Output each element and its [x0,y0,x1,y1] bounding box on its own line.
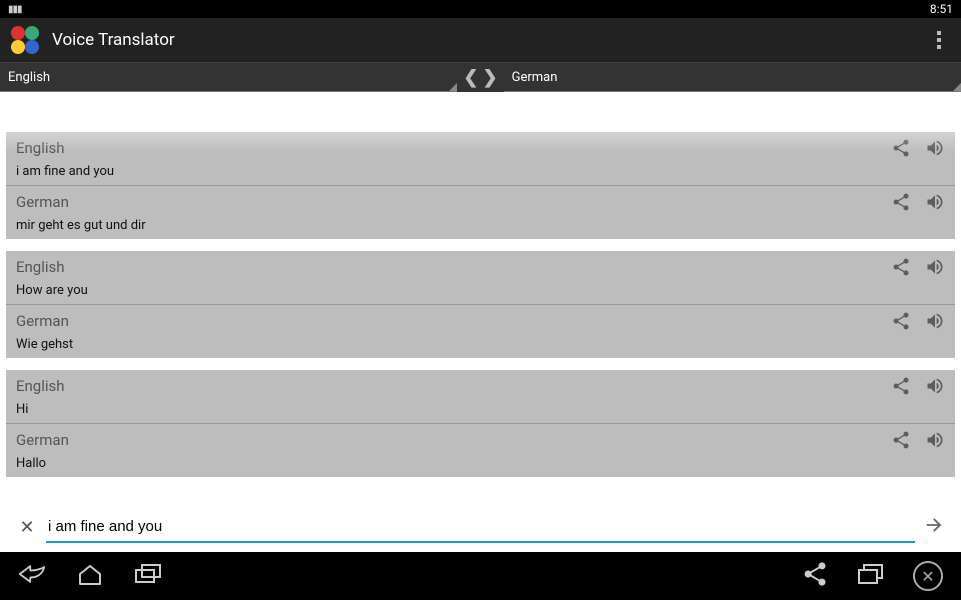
target-language-label: German [512,70,558,85]
share-icon[interactable] [891,257,911,277]
share-icon[interactable] [891,376,911,396]
cast-icon [857,560,885,588]
nav-cast-button[interactable] [857,560,885,592]
row-text: Wie gehst [16,335,945,352]
share-icon[interactable] [891,430,911,450]
speaker-icon[interactable] [925,430,945,450]
row-language-label: German [16,193,891,211]
translation-row: German Wie gehst [6,305,955,358]
chevron-left-icon: ❮ [463,67,478,88]
translation-row: German mir geht es gut und dir [6,186,955,239]
nav-share-button[interactable] [801,560,829,592]
row-language-label: German [16,431,891,449]
chevron-right-icon: ❯ [483,67,498,88]
row-text: How are you [16,281,945,298]
speaker-icon[interactable] [925,257,945,277]
target-language-select[interactable]: German [504,63,961,92]
speaker-icon[interactable] [925,192,945,212]
main-area: English i am fine and you German mir [0,92,961,552]
home-icon [76,560,104,588]
translation-row: English Hi [6,370,955,424]
speaker-icon[interactable] [925,376,945,396]
close-icon: ✕ [921,567,934,586]
share-icon [801,560,829,588]
row-language-label: English [16,258,891,276]
speaker-icon[interactable] [925,138,945,158]
back-button[interactable] [18,560,46,592]
language-bar: English ❮ ❯ German [0,62,961,92]
translation-row: English How are you [6,251,955,305]
arrow-right-icon [923,514,945,536]
conversation-block: English How are you German Wie gehst [6,251,955,358]
share-icon[interactable] [891,138,911,158]
nav-close-button[interactable]: ✕ [913,561,943,591]
row-text: i am fine and you [16,162,945,179]
translation-row: German Hallo [6,424,955,477]
share-icon[interactable] [891,192,911,212]
status-icons: ▮▮▮ [8,4,22,15]
send-button[interactable] [921,514,947,540]
conversation-block: English Hi German Hallo [6,370,955,477]
row-text: Hallo [16,454,945,471]
row-language-label: English [16,139,891,157]
source-language-label: English [8,70,50,85]
speaker-icon[interactable] [925,311,945,331]
home-button[interactable] [76,560,104,592]
status-clock: 8:51 [930,2,953,16]
recent-apps-button[interactable] [134,560,162,592]
recent-apps-icon [134,560,162,588]
translation-row: English i am fine and you [6,132,955,186]
overflow-menu-button[interactable] [927,31,951,49]
status-bar: ▮▮▮ 8:51 [0,0,961,18]
title-bar: Voice Translator [0,18,961,62]
source-language-select[interactable]: English [0,63,457,92]
app-icon [10,25,40,55]
back-icon [18,560,46,588]
row-language-label: German [16,312,891,330]
row-text: mir geht es gut und dir [16,216,945,233]
text-input[interactable] [46,512,915,543]
input-bar: ✕ [14,508,947,546]
conversation-block: English i am fine and you German mir [6,132,955,239]
row-text: Hi [16,400,945,417]
conversation-list[interactable]: English i am fine and you German mir [0,127,961,489]
row-language-label: English [16,377,891,395]
share-icon[interactable] [891,311,911,331]
clear-input-button[interactable]: ✕ [14,517,40,538]
app-title: Voice Translator [52,30,927,50]
navigation-bar: ✕ [0,552,961,600]
swap-languages-button[interactable]: ❮ ❯ [457,67,503,88]
